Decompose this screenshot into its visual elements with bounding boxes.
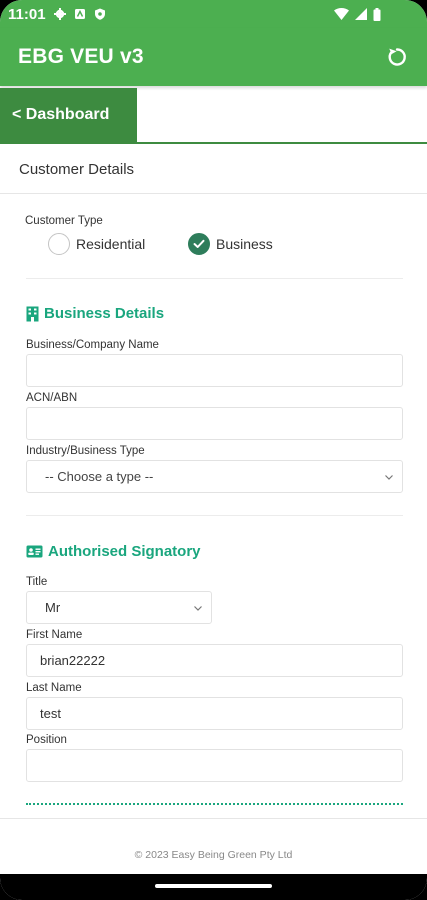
wifi-icon	[334, 8, 349, 20]
app-bar: EBG VEU v3	[0, 28, 427, 86]
radio-business-label: Business	[216, 236, 273, 252]
checkmark-icon	[193, 239, 205, 248]
first-name-label: First Name	[26, 629, 83, 641]
system-nav-bar	[0, 874, 427, 900]
nav-row: < Dashboard	[0, 88, 427, 145]
nav-divider	[0, 142, 427, 144]
position-label: Position	[26, 734, 67, 746]
status-bar: 11:01	[0, 0, 427, 28]
company-name-input[interactable]	[26, 354, 403, 387]
acn-abn-input[interactable]	[26, 407, 403, 440]
refresh-button[interactable]	[375, 35, 419, 79]
title-select-value: Mr	[45, 600, 61, 615]
radio-business-checked[interactable]	[188, 233, 210, 255]
chevron-down-icon	[385, 474, 393, 480]
battery-icon	[373, 7, 381, 21]
business-details-title: Business Details	[44, 305, 165, 322]
signatory-heading: Authorised Signatory	[26, 543, 201, 560]
company-name-label: Business/Company Name	[26, 339, 159, 351]
title-label: Title	[26, 576, 48, 588]
radio-residential-label: Residential	[76, 236, 146, 252]
radio-business[interactable]: Business	[188, 232, 273, 256]
first-name-input[interactable]: brian22222	[26, 644, 403, 677]
settings-gear-icon	[53, 8, 66, 20]
notification-app-icon	[74, 9, 85, 19]
industry-label: Industry/Business Type	[26, 445, 145, 457]
status-time: 11:01	[8, 5, 46, 23]
section-title: Customer Details	[0, 146, 427, 194]
shield-icon	[94, 8, 105, 20]
section-divider-dotted	[26, 803, 403, 805]
last-name-label: Last Name	[26, 682, 82, 694]
footer-divider	[0, 818, 427, 819]
radio-residential[interactable]: Residential	[48, 232, 145, 256]
divider	[26, 278, 403, 279]
home-gesture-pill[interactable]	[155, 884, 272, 888]
title-select[interactable]: Mr	[26, 591, 212, 624]
app-title: EBG VEU v3	[18, 45, 144, 68]
last-name-input[interactable]: test	[26, 697, 403, 730]
chevron-down-icon	[194, 605, 202, 611]
dashboard-back-button[interactable]: < Dashboard	[0, 88, 137, 142]
position-input[interactable]	[26, 749, 403, 782]
footer-copyright: © 2023 Easy Being Green Pty Ltd	[134, 849, 293, 861]
refresh-icon	[388, 48, 406, 66]
customer-type-label: Customer Type	[25, 215, 103, 227]
acn-abn-label: ACN/ABN	[26, 392, 78, 404]
phone-screen: 11:01 EBG VEU v3 < Dashboard Customer De…	[0, 0, 427, 900]
industry-select-value: -- Choose a type --	[45, 469, 154, 484]
industry-select[interactable]: -- Choose a type --	[26, 460, 403, 493]
signal-icon	[355, 8, 367, 20]
business-details-heading: Business Details	[26, 305, 164, 322]
radio-residential-circle[interactable]	[48, 233, 70, 255]
divider	[26, 515, 403, 516]
signatory-title: Authorised Signatory	[48, 543, 201, 560]
id-card-icon	[26, 545, 43, 558]
building-icon	[26, 306, 39, 321]
